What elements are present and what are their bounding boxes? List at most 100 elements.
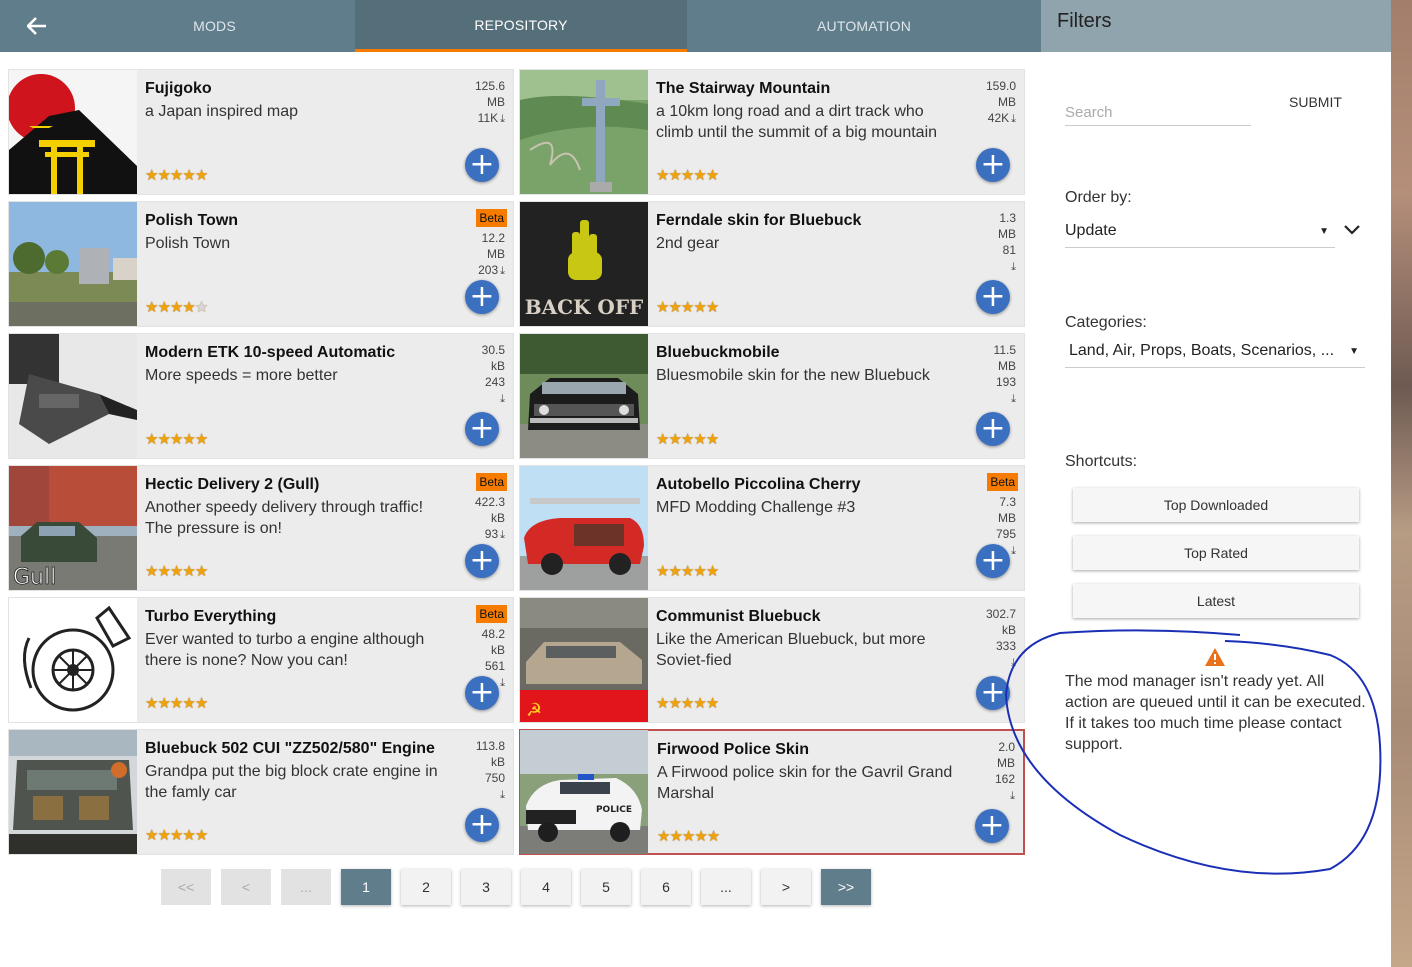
mod-size-unit: kB [1001, 623, 1016, 637]
pagination: << < ... 1 2 3 4 5 6 ... > >> [161, 869, 871, 905]
mod-title[interactable]: Fujigoko [145, 80, 212, 98]
rating-stars: ★★★★★ [145, 826, 208, 844]
star-icon: ★ [169, 695, 183, 712]
page-first-button[interactable]: << [161, 869, 211, 905]
mod-downloads: 243 [484, 375, 505, 389]
mod-title[interactable]: The Stairway Mountain [656, 80, 830, 98]
mod-size-unit: MB [487, 247, 505, 261]
star-icon: ★ [157, 827, 170, 844]
add-mod-button[interactable]: + [465, 280, 499, 314]
categories-select[interactable]: Land, Air, Props, Boats, Scenarios, ... … [1065, 342, 1365, 368]
star-icon: ★ [169, 167, 183, 184]
mod-title[interactable]: Firwood Police Skin [657, 741, 809, 759]
add-mod-button[interactable]: + [976, 676, 1010, 710]
mod-size-unit: MB [998, 511, 1016, 525]
mod-size: 422.3 [474, 495, 505, 509]
arrow-left-icon [27, 17, 46, 35]
star-icon: ★ [182, 167, 195, 184]
add-mod-button[interactable]: + [976, 148, 1010, 182]
mod-title[interactable]: Turbo Everything [145, 608, 276, 626]
mod-meta: 125.6 MB 11K ⤓ [457, 78, 505, 127]
chevron-down-icon[interactable] [1341, 218, 1363, 240]
star-icon: ★ [693, 299, 706, 316]
mod-card[interactable]: Fujigoko a Japan inspired map ★★★★★ 125.… [8, 69, 514, 195]
mod-description: a 10km long road and a dirt track who cl… [656, 103, 938, 141]
tab-mods[interactable]: MODS [74, 0, 355, 52]
star-icon: ★ [182, 827, 195, 844]
page-2-button[interactable]: 2 [401, 869, 451, 905]
add-mod-button[interactable]: + [976, 412, 1010, 446]
tab-automation[interactable]: AUTOMATION [687, 0, 1041, 52]
star-icon: ★ [145, 827, 158, 844]
mod-title[interactable]: Polish Town [145, 212, 238, 230]
mod-title[interactable]: Bluebuckmobile [656, 344, 780, 362]
tab-repository[interactable]: REPOSITORY [355, 0, 687, 52]
latest-button[interactable]: Latest [1073, 584, 1359, 618]
top-downloaded-button[interactable]: Top Downloaded [1073, 488, 1359, 522]
add-mod-button[interactable]: + [976, 280, 1010, 314]
star-icon: ★ [182, 563, 195, 580]
rating-stars: ★★★★★ [657, 827, 720, 845]
page-3-button[interactable]: 3 [461, 869, 511, 905]
mod-card[interactable]: Modern ETK 10-speed Automatic More speed… [8, 333, 514, 459]
categories-label: Categories: [1065, 314, 1147, 331]
add-mod-button[interactable]: + [465, 148, 499, 182]
hammer-sickle-icon: ☭ [526, 700, 542, 721]
back-button[interactable] [0, 0, 74, 52]
page-next-button[interactable]: > [761, 869, 811, 905]
top-nav: MODS REPOSITORY AUTOMATION [0, 0, 1041, 52]
star-icon: ★ [706, 828, 720, 845]
add-mod-button[interactable]: + [465, 676, 499, 710]
caret-down-icon: ▼ [1319, 226, 1329, 237]
add-mod-button[interactable]: + [465, 808, 499, 842]
mod-description: 2nd gear [656, 235, 720, 252]
page-6-button[interactable]: 6 [641, 869, 691, 905]
rating-stars: ★★★★★ [656, 694, 719, 712]
add-mod-button[interactable]: + [975, 809, 1009, 843]
download-icon: ⤓ [500, 113, 505, 125]
star-icon: ★ [705, 695, 719, 712]
mod-card[interactable]: ☭ Communist Bluebuck Like the American B… [519, 597, 1025, 723]
search-input[interactable] [1065, 100, 1251, 126]
submit-button[interactable]: SUBMIT [1289, 94, 1342, 110]
mod-title[interactable]: Bluebuck 502 CUI "ZZ502/580" Engine [145, 740, 435, 758]
mod-thumbnail [9, 202, 137, 326]
mod-title[interactable]: Ferndale skin for Bluebuck [656, 212, 861, 230]
mod-title[interactable]: Hectic Delivery 2 (Gull) [145, 476, 319, 494]
page-ellipsis-button[interactable]: ... [701, 869, 751, 905]
mod-card[interactable]: BACK OFF Ferndale skin for Bluebuck 2nd … [519, 201, 1025, 327]
star-icon: ★ [668, 299, 681, 316]
star-icon: ★ [656, 299, 669, 316]
mod-description: More speeds = more better [145, 367, 338, 384]
mod-card[interactable]: Bluebuckmobile Bluesmobile skin for the … [519, 333, 1025, 459]
order-by-select[interactable]: Update ▼ [1065, 222, 1335, 248]
mod-card[interactable]: Gull Hectic Delivery 2 (Gull) Another sp… [8, 465, 514, 591]
mod-card-selected[interactable]: POLICE Firwood Police Skin A Firwood pol… [519, 729, 1025, 855]
add-mod-button[interactable]: + [976, 544, 1010, 578]
mod-card[interactable]: Bluebuck 502 CUI "ZZ502/580" Engine Gran… [8, 729, 514, 855]
add-mod-button[interactable]: + [465, 412, 499, 446]
page-ellipsis-button[interactable]: ... [281, 869, 331, 905]
mod-description: MFD Modding Challenge #3 [656, 499, 856, 516]
page-4-button[interactable]: 4 [521, 869, 571, 905]
mod-thumbnail [9, 70, 137, 194]
mod-title[interactable]: Modern ETK 10-speed Automatic [145, 344, 395, 362]
mod-card[interactable]: Autobello Piccolina Cherry MFD Modding C… [519, 465, 1025, 591]
star-icon: ★ [194, 695, 208, 712]
mod-title[interactable]: Autobello Piccolina Cherry [656, 476, 860, 494]
add-mod-button[interactable]: + [465, 544, 499, 578]
star-icon: ★ [705, 299, 719, 316]
star-icon: ★ [656, 563, 669, 580]
order-by-value: Update [1065, 222, 1117, 239]
page-last-button[interactable]: >> [821, 869, 871, 905]
page-prev-button[interactable]: < [221, 869, 271, 905]
page-5-button[interactable]: 5 [581, 869, 631, 905]
mod-title[interactable]: Communist Bluebuck [656, 608, 820, 626]
filters-panel: SUBMIT Order by: Update ▼ Categories: La… [1041, 52, 1391, 967]
star-icon: ★ [157, 563, 170, 580]
mod-card[interactable]: Polish Town Polish Town ★★★★★ Beta 12.2 … [8, 201, 514, 327]
mod-card[interactable]: Turbo Everything Ever wanted to turbo a … [8, 597, 514, 723]
top-rated-button[interactable]: Top Rated [1073, 536, 1359, 570]
mod-card[interactable]: The Stairway Mountain a 10km long road a… [519, 69, 1025, 195]
page-1-button[interactable]: 1 [341, 869, 391, 905]
